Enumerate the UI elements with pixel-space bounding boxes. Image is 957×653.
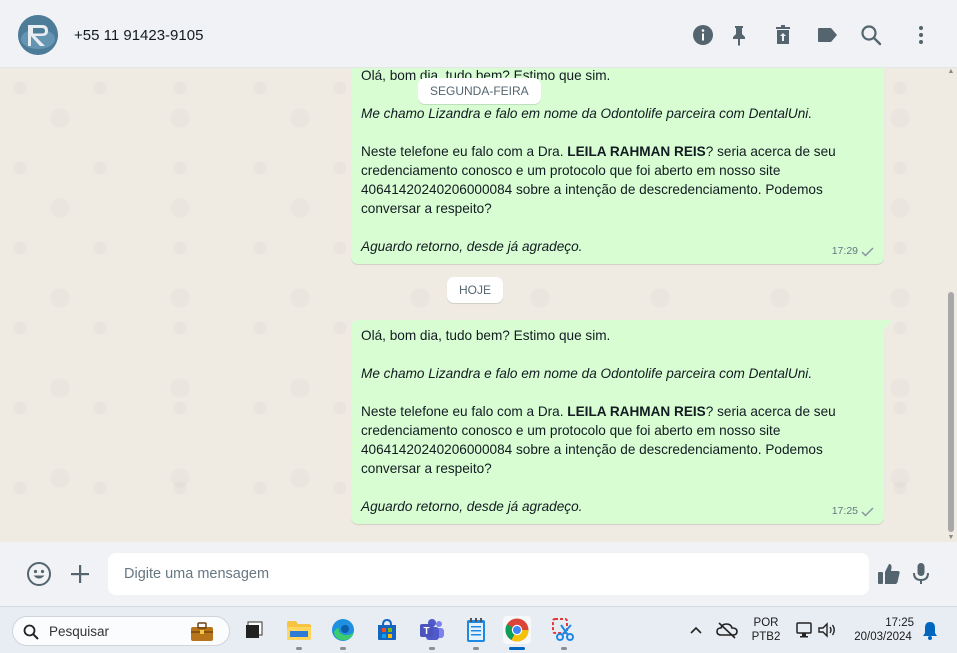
message-composer <box>0 542 957 606</box>
search-icon[interactable] <box>860 24 882 46</box>
date-chip: SEGUNDA-FEIRA <box>418 78 541 104</box>
message-time: 17:25 <box>831 505 858 517</box>
chevron-up-icon[interactable] <box>682 616 710 644</box>
clock-date: 20/03/2024 <box>854 631 912 643</box>
svg-text:T: T <box>423 626 429 637</box>
date-chip: HOJE <box>447 277 504 303</box>
volume-icon[interactable] <box>813 616 841 644</box>
menu-icon[interactable] <box>910 24 932 46</box>
message-bubble-outgoing[interactable]: Olá, bom dia, tudo bem? Estimo que sim. … <box>351 320 892 524</box>
input-language[interactable]: POR PTB2 <box>751 616 781 644</box>
microphone-icon[interactable] <box>908 561 934 587</box>
info-icon[interactable] <box>692 24 714 46</box>
thumbs-up-icon[interactable] <box>876 561 902 587</box>
label-icon[interactable] <box>816 24 838 46</box>
emoji-icon[interactable] <box>26 561 52 587</box>
check-icon <box>861 506 874 517</box>
message-closing: Aguardo retorno, desde já agradeço. <box>361 499 583 514</box>
message-input[interactable] <box>108 553 869 595</box>
message-intro: Me chamo Lizandra e falo em nome da Odon… <box>361 106 813 121</box>
message-closing: Aguardo retorno, desde já agradeço. <box>361 239 583 254</box>
contact-avatar[interactable] <box>18 15 58 55</box>
scroll-up-arrow[interactable]: ▲ <box>947 68 955 76</box>
clock-time: 17:25 <box>885 617 914 629</box>
notification-bell-icon[interactable] <box>916 616 944 644</box>
windows-taskbar: Pesquisar T POR PTB2 17:25 20/03/2024 <box>0 606 957 653</box>
check-icon <box>861 246 874 257</box>
chat-messages-area[interactable]: Olá, bom dia, tudo bem? Estimo que sim. … <box>0 68 957 542</box>
taskbar-search[interactable]: Pesquisar <box>12 616 230 646</box>
message-body: Neste telefone eu falo com a Dra. LEILA … <box>361 144 836 216</box>
message-time: 17:29 <box>831 245 858 257</box>
file-explorer-icon[interactable] <box>285 616 313 650</box>
task-view-icon[interactable] <box>240 616 268 644</box>
chat-scrollbar[interactable]: ▲ ▼ <box>947 68 955 542</box>
message-meta: 17:25 <box>832 502 874 521</box>
edge-browser-icon[interactable] <box>329 616 357 650</box>
store-icon[interactable] <box>373 616 401 644</box>
chrome-icon[interactable] <box>503 616 531 650</box>
message-intro: Me chamo Lizandra e falo em nome da Odon… <box>361 366 813 381</box>
notepad-icon[interactable] <box>462 616 490 650</box>
scrollbar-thumb[interactable] <box>948 292 954 532</box>
contact-name[interactable]: +55 11 91423-9105 <box>74 27 203 44</box>
chat-header: +55 11 91423-9105 <box>0 0 957 68</box>
onedrive-offline-icon[interactable] <box>713 616 741 644</box>
briefcase-icon <box>191 622 213 641</box>
delete-icon[interactable] <box>772 24 794 46</box>
search-icon <box>23 624 39 640</box>
attach-plus-icon[interactable] <box>67 561 93 587</box>
doctor-name: LEILA RAHMAN REIS <box>567 404 706 419</box>
scroll-down-arrow[interactable]: ▼ <box>947 534 955 542</box>
taskbar-clock[interactable]: 17:25 20/03/2024 <box>846 616 920 644</box>
teams-icon[interactable]: T <box>418 616 446 650</box>
snipping-tool-icon[interactable] <box>550 616 578 650</box>
message-greeting: Olá, bom dia, tudo bem? Estimo que sim. <box>361 328 611 343</box>
message-meta: 17:29 <box>832 242 874 261</box>
doctor-name: LEILA RAHMAN REIS <box>567 144 706 159</box>
message-body: Neste telefone eu falo com a Dra. LEILA … <box>361 404 836 476</box>
search-label: Pesquisar <box>49 624 110 639</box>
pin-icon[interactable] <box>728 24 750 46</box>
